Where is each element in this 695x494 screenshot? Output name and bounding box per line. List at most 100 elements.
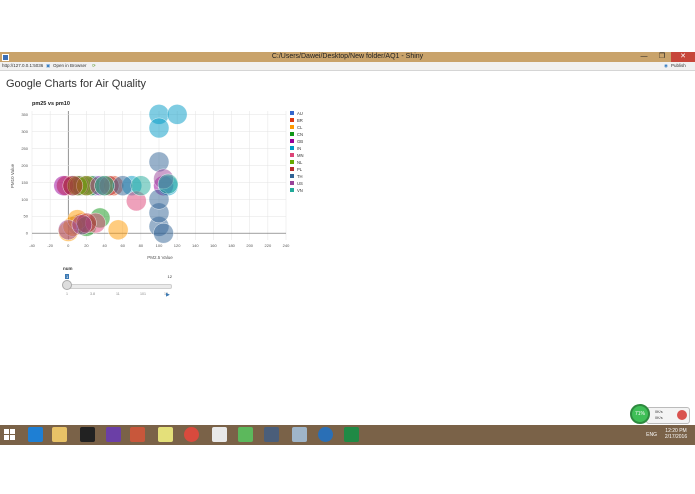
y-tick-label: 350 [21, 112, 28, 117]
screen-bottom-area [0, 445, 695, 494]
upload-speed: 0K/s [655, 410, 663, 414]
chart-legend: AU BR CL CN GB IN MN NL PL TH US VN [290, 111, 304, 193]
slider-max-label: 12 [167, 274, 172, 279]
x-tick-label: 0 [67, 243, 70, 248]
legend-swatch [290, 125, 294, 129]
bubble-in [166, 104, 188, 125]
legend-swatch [290, 174, 294, 178]
pencil-app-icon[interactable] [158, 427, 173, 442]
ie-icon[interactable] [28, 427, 43, 442]
window-app-icon[interactable] [264, 427, 279, 442]
slider-ticks: 1 3.8 11 101 12 [66, 292, 170, 298]
x-tick-label: 100 [156, 243, 163, 248]
y-tick-label: 300 [21, 129, 28, 134]
y-tick-label: 150 [21, 180, 28, 185]
x-axis-label: PM2.5 Value [147, 255, 173, 260]
slider-min-label: 1 [65, 274, 70, 279]
x-tick-label: -40 [29, 243, 36, 248]
x-tick-label: 220 [265, 243, 272, 248]
bubble-th [112, 175, 133, 196]
bubble-cl [107, 219, 129, 241]
x-tick-label: 240 [283, 243, 290, 248]
windows-start-icon[interactable] [4, 429, 16, 441]
bubble-pl [62, 175, 84, 196]
y-tick-label: 250 [21, 146, 28, 151]
language-indicator[interactable]: ENG [646, 432, 657, 438]
legend-swatch [290, 132, 294, 136]
visual-studio-icon[interactable] [106, 427, 121, 442]
network-monitor-widget[interactable]: 0K/s 0K/s 71% [630, 404, 690, 424]
rstudio-icon[interactable] [318, 427, 333, 442]
legend-swatch [290, 167, 294, 171]
x-tick-label: -20 [47, 243, 54, 248]
legend-label: IN [297, 146, 301, 151]
clock-date: 2/17/2016 [664, 434, 688, 440]
legend-label: CN [297, 132, 303, 137]
cpu-percent-badge: 71% [630, 404, 650, 424]
download-speed: 0K/s [655, 416, 663, 420]
y-tick-label: 0 [26, 231, 29, 236]
legend-swatch [290, 160, 294, 164]
num-slider: num 1 12 1 3.8 11 101 12 ▶ [60, 266, 175, 300]
x-tick-label: 60 [120, 243, 125, 248]
x-tick-label: 80 [139, 243, 144, 248]
x-tick-label: 40 [102, 243, 107, 248]
notes-app-icon[interactable] [292, 427, 307, 442]
bubble-vn [94, 175, 115, 196]
chart-bubbles [53, 104, 188, 244]
slider-handle[interactable] [62, 280, 72, 290]
x-tick-label: 120 [174, 243, 181, 248]
y-tick-label: 100 [21, 197, 28, 202]
legend-label: BR [297, 118, 303, 123]
legend-label: MN [297, 153, 304, 158]
content-blank-area [0, 300, 695, 425]
legend-swatch [290, 111, 294, 115]
chrome-icon[interactable] [184, 427, 199, 442]
clock[interactable]: 12:20 PM 2/17/2016 [661, 428, 691, 440]
bubble-th [153, 223, 174, 244]
legend-label: TH [297, 174, 303, 179]
bubble-vn [157, 173, 179, 195]
gauge-icon [677, 410, 687, 420]
bubble-th [148, 151, 170, 173]
play-icon[interactable]: ▶ [166, 292, 170, 298]
legend-swatch [290, 153, 294, 157]
legend-swatch [290, 118, 294, 122]
x-tick-label: 200 [246, 243, 253, 248]
file-explorer-icon[interactable] [52, 427, 67, 442]
slider-tick: 11 [116, 292, 120, 296]
legend-label: US [297, 181, 303, 186]
slider-label: num [63, 266, 73, 271]
matlab-icon[interactable] [130, 427, 145, 442]
wechat-icon[interactable] [238, 427, 253, 442]
terminal-icon[interactable] [80, 427, 95, 442]
x-tick-label: 180 [228, 243, 235, 248]
bubble-us [71, 214, 93, 235]
legend-swatch [290, 146, 294, 150]
bubble-chart[interactable]: pm25 vs pm10 -40 -20 0 20 40 60 80 100 120 140 160… [0, 0, 695, 300]
y-axis-label: PM10 Value [10, 163, 15, 188]
legend-label: CL [297, 125, 303, 130]
x-tick-label: 140 [192, 243, 199, 248]
chart-title: pm25 vs pm10 [32, 101, 70, 107]
y-tick-label: 200 [21, 163, 28, 168]
slider-tick: 1 [66, 292, 68, 296]
windows-taskbar: ENG 12:20 PM 2/17/2016 [0, 425, 695, 445]
excel-icon[interactable] [344, 427, 359, 442]
y-tick-label: 50 [24, 214, 29, 219]
legend-label: PL [297, 167, 303, 172]
slider-track[interactable] [66, 284, 172, 289]
bubble-vn [130, 175, 152, 196]
legend-label: GB [297, 139, 303, 144]
legend-swatch [290, 181, 294, 185]
slider-tick: 101 [140, 292, 146, 296]
x-tick-label: 20 [84, 243, 89, 248]
bubble-in [148, 117, 170, 139]
legend-label: NL [297, 160, 303, 165]
legend-label: VN [297, 188, 303, 193]
network-speed-panel: 0K/s 0K/s [646, 407, 690, 424]
document-app-icon[interactable] [212, 427, 227, 442]
slider-tick: 3.8 [90, 292, 95, 296]
x-tick-label: 160 [210, 243, 217, 248]
legend-swatch [290, 188, 294, 192]
